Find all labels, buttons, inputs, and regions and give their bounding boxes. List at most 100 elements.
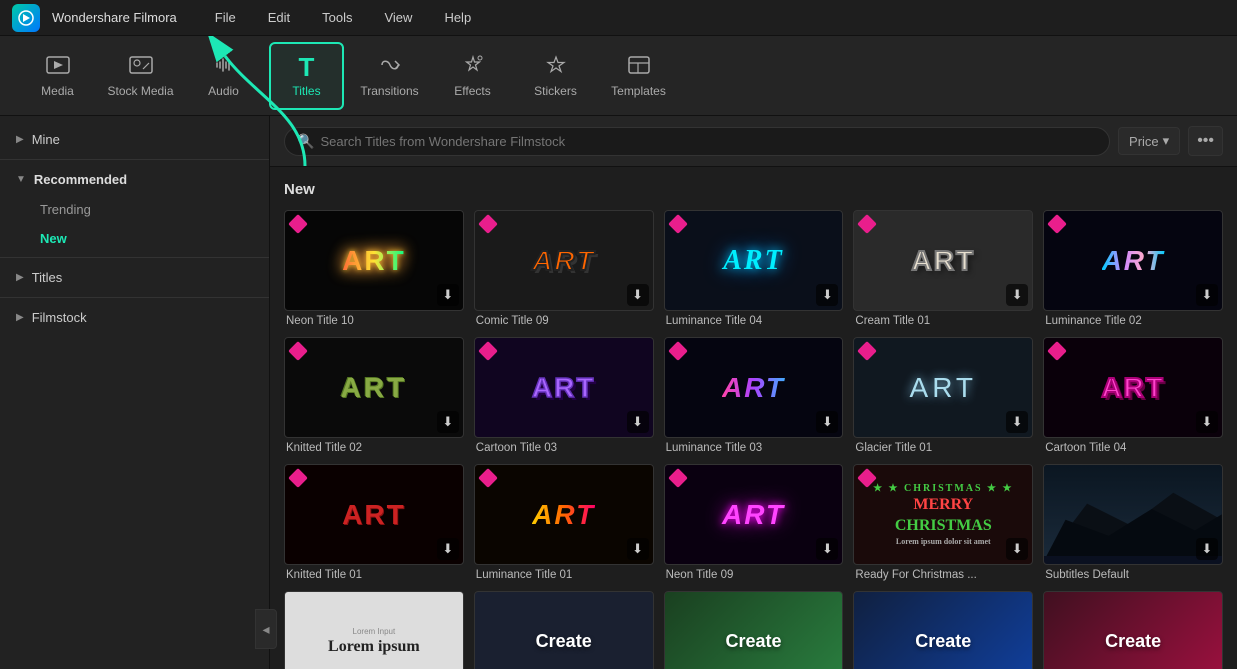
toolbar-templates[interactable]: Templates xyxy=(601,42,676,110)
more-options-icon: ••• xyxy=(1197,132,1214,149)
art-neon10: ART xyxy=(342,245,406,277)
download-btn-knitted02[interactable]: ⬇ xyxy=(437,411,459,433)
title-card-lorem[interactable]: Lorem Input Lorem ipsum xyxy=(284,591,464,669)
toolbar-transitions[interactable]: Transitions xyxy=(352,42,427,110)
toolbar: Media Stock Media Audio T Titles xyxy=(0,36,1237,116)
red-create-art: Create xyxy=(1105,631,1161,652)
download-btn-comic09[interactable]: ⬇ xyxy=(627,284,649,306)
title-thumb-glacier01: ART ⬇ xyxy=(853,337,1033,438)
divider-3 xyxy=(0,297,269,298)
title-card-cartoon04[interactable]: ART ⬇ Cartoon Title 04 xyxy=(1043,337,1223,454)
menu-edit[interactable]: Edit xyxy=(262,6,296,29)
premium-badge xyxy=(478,468,498,488)
title-label-knitted01: Knitted Title 01 xyxy=(284,569,464,581)
title-label-luminance02: Luminance Title 02 xyxy=(1043,315,1223,327)
title-thumb-christmas: ★ ★ CHRISTMAS ★ ★ MERRY CHRISTMAS Lorem … xyxy=(853,464,1033,565)
download-btn-luminance04[interactable]: ⬇ xyxy=(816,284,838,306)
app-name: Wondershare Filmora xyxy=(52,10,177,25)
title-card-luminance04[interactable]: ART ⬇ Luminance Title 04 xyxy=(664,210,844,327)
sidebar-filmstock-label: Filmstock xyxy=(32,310,87,325)
title-thumb-red-create: Create xyxy=(1043,591,1223,669)
title-card-luminance01[interactable]: ART ⬇ Luminance Title 01 xyxy=(474,464,654,581)
menu-view[interactable]: View xyxy=(378,6,418,29)
toolbar-templates-label: Templates xyxy=(611,84,666,98)
title-card-glacier01[interactable]: ART ⬇ Glacier Title 01 xyxy=(853,337,1033,454)
toolbar-audio-label: Audio xyxy=(208,84,239,98)
sidebar-section-recommended[interactable]: ▼ Recommended xyxy=(0,164,269,195)
title-card-cream01[interactable]: ART ⬇ Cream Title 01 xyxy=(853,210,1033,327)
title-card-comic09[interactable]: ART ⬇ Comic Title 09 xyxy=(474,210,654,327)
sidebar-collapse-btn[interactable]: ◂ xyxy=(255,609,270,649)
title-card-luminance02[interactable]: ART ⬇ Luminance Title 02 xyxy=(1043,210,1223,327)
premium-badge xyxy=(1047,341,1067,361)
download-btn-luminance03[interactable]: ⬇ xyxy=(816,411,838,433)
sidebar-item-new[interactable]: New xyxy=(0,224,269,253)
title-thumb-luminance03: ART ⬇ xyxy=(664,337,844,438)
lorem-art: Lorem Input Lorem ipsum xyxy=(324,623,424,660)
toolbar-titles-label: Titles xyxy=(292,84,320,98)
toolbar-transitions-label: Transitions xyxy=(360,84,418,98)
title-card-christmas[interactable]: ★ ★ CHRISTMAS ★ ★ MERRY CHRISTMAS Lorem … xyxy=(853,464,1033,581)
title-bar: Wondershare Filmora File Edit Tools View… xyxy=(0,0,1237,36)
download-btn-christmas[interactable]: ⬇ xyxy=(1006,538,1028,560)
download-btn-luminance01[interactable]: ⬇ xyxy=(627,538,649,560)
download-btn-knitted01[interactable]: ⬇ xyxy=(437,538,459,560)
download-btn-neon10[interactable]: ⬇ xyxy=(437,284,459,306)
menu-help[interactable]: Help xyxy=(438,6,477,29)
price-filter[interactable]: Price ▾ xyxy=(1118,127,1180,155)
download-btn-luminance02[interactable]: ⬇ xyxy=(1196,284,1218,306)
art-cartoon03: ART xyxy=(532,372,596,404)
titles-grid: ART ⬇ Neon Title 10 ART ⬇ Comic Title 09 xyxy=(284,210,1223,669)
sidebar-titles-label: Titles xyxy=(32,270,63,285)
download-btn-cartoon04[interactable]: ⬇ xyxy=(1196,411,1218,433)
sidebar-mine-label: Mine xyxy=(32,132,60,147)
download-btn-cartoon03[interactable]: ⬇ xyxy=(627,411,649,433)
title-card-dark-create[interactable]: Create xyxy=(474,591,654,669)
title-label-luminance04: Luminance Title 04 xyxy=(664,315,844,327)
titles-scroll-area[interactable]: New ART ⬇ Neon Title 10 xyxy=(270,167,1237,669)
art-cream01: ART xyxy=(912,245,976,277)
title-card-knitted01[interactable]: ART ⬇ Knitted Title 01 xyxy=(284,464,464,581)
toolbar-audio[interactable]: Audio xyxy=(186,42,261,110)
sidebar-section-titles[interactable]: ▶ Titles xyxy=(0,262,269,293)
title-card-cartoon03[interactable]: ART ⬇ Cartoon Title 03 xyxy=(474,337,654,454)
title-label-neon10: Neon Title 10 xyxy=(284,315,464,327)
more-options-btn[interactable]: ••• xyxy=(1188,126,1223,156)
download-btn-subtitles[interactable]: ⬇ xyxy=(1196,538,1218,560)
sidebar-item-trending[interactable]: Trending xyxy=(0,195,269,224)
title-card-luminance03[interactable]: ART ⬇ Luminance Title 03 xyxy=(664,337,844,454)
sidebar-section-filmstock[interactable]: ▶ Filmstock xyxy=(0,302,269,333)
toolbar-effects[interactable]: Effects xyxy=(435,42,510,110)
toolbar-stock-media[interactable]: Stock Media xyxy=(103,42,178,110)
menu-file[interactable]: File xyxy=(209,6,242,29)
search-input[interactable] xyxy=(320,134,1097,149)
premium-badge xyxy=(288,468,308,488)
title-card-red-create[interactable]: Create xyxy=(1043,591,1223,669)
sidebar-recommended-label: Recommended xyxy=(34,172,127,187)
title-card-subtitles[interactable]: ⬇ Subtitles Default xyxy=(1043,464,1223,581)
download-btn-glacier01[interactable]: ⬇ xyxy=(1006,411,1028,433)
toolbar-stickers[interactable]: Stickers xyxy=(518,42,593,110)
search-bar: 🔍 Price ▾ ••• xyxy=(270,116,1237,167)
title-thumb-cartoon03: ART ⬇ xyxy=(474,337,654,438)
title-label-glacier01: Glacier Title 01 xyxy=(853,442,1033,454)
section-new-label: New xyxy=(284,181,1223,198)
title-card-neon10[interactable]: ART ⬇ Neon Title 10 xyxy=(284,210,464,327)
sidebar-section-mine[interactable]: ▶ Mine xyxy=(0,124,269,155)
toolbar-media[interactable]: Media xyxy=(20,42,95,110)
premium-badge xyxy=(668,214,688,234)
title-card-knitted02[interactable]: ART ⬇ Knitted Title 02 xyxy=(284,337,464,454)
toolbar-stock-media-label: Stock Media xyxy=(107,84,173,98)
art-glacier01: ART xyxy=(910,372,978,404)
art-knitted01: ART xyxy=(342,499,406,531)
title-card-blue-create[interactable]: Create xyxy=(853,591,1033,669)
download-btn-neon09[interactable]: ⬇ xyxy=(816,538,838,560)
toolbar-titles[interactable]: T Titles xyxy=(269,42,344,110)
search-input-wrap: 🔍 xyxy=(284,127,1110,156)
title-card-neon09[interactable]: ART ⬇ Neon Title 09 xyxy=(664,464,844,581)
menu-tools[interactable]: Tools xyxy=(316,6,358,29)
blue-create-art: Create xyxy=(915,631,971,652)
download-btn-cream01[interactable]: ⬇ xyxy=(1006,284,1028,306)
title-card-green-create[interactable]: Create xyxy=(664,591,844,669)
title-thumb-neon10: ART ⬇ xyxy=(284,210,464,311)
